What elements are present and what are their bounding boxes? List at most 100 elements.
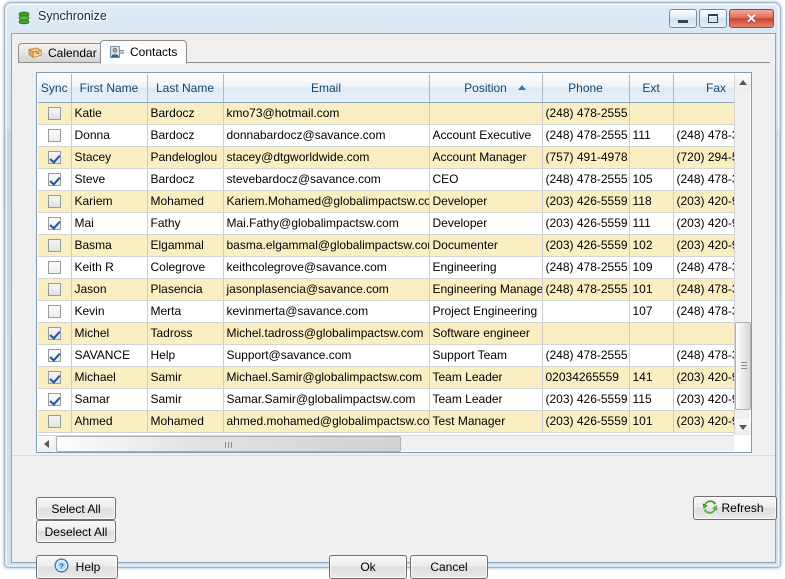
cell-text: (248) 478-2555 (545, 282, 628, 296)
sync-checkbox[interactable] (47, 370, 61, 384)
row-sync-cell[interactable] (38, 190, 72, 213)
scroll-down-button[interactable] (735, 419, 751, 435)
refresh-button[interactable]: Refresh (693, 496, 777, 520)
minimize-button[interactable] (669, 9, 697, 28)
help-button[interactable]: ? Help (36, 555, 118, 579)
sync-checkbox[interactable] (47, 348, 61, 362)
table-row[interactable]: Katie Bardocz kmo73@hotmail.com (248) 478-2… (38, 102, 750, 125)
row-sync-cell[interactable] (38, 410, 72, 433)
cell-last: Samir (147, 366, 224, 389)
cell-ext (629, 102, 674, 125)
table-row[interactable]: Basma Elgammal basma.elgammal@globalimpact… (38, 234, 750, 257)
grid-horizontal-scrollbar[interactable] (38, 435, 734, 452)
cell-text: Michael (74, 370, 116, 384)
column-header-phone[interactable]: Phone (542, 74, 630, 103)
cancel-button[interactable]: Cancel (410, 555, 488, 579)
sync-checkbox[interactable] (47, 260, 61, 274)
column-header-email[interactable]: Email (223, 74, 430, 103)
table-row[interactable]: Steve Bardocz stevebardocz@savance.com CEO (… (38, 168, 750, 191)
sync-checkbox[interactable] (47, 194, 61, 208)
cell-text: Plasencia (150, 282, 203, 296)
cell-pos: Team Leader (429, 366, 543, 389)
cell-email: kmo73@hotmail.com (223, 102, 430, 125)
row-sync-cell[interactable] (38, 102, 72, 125)
select-all-button[interactable]: Select All (36, 497, 116, 520)
sync-checkbox[interactable] (47, 106, 61, 120)
row-sync-cell[interactable] (38, 388, 72, 411)
column-header-first[interactable]: First Name (71, 74, 148, 103)
table-row[interactable]: Michael Samir Michael.Samir@globalimpactsw… (38, 366, 750, 389)
cell-text: Bardocz (150, 172, 195, 186)
row-sync-cell[interactable] (38, 212, 72, 235)
sync-checkbox[interactable] (47, 304, 61, 318)
maximize-button[interactable] (699, 9, 727, 28)
column-header-ext[interactable]: Ext (629, 74, 674, 103)
sync-checkbox[interactable] (47, 392, 61, 406)
row-sync-cell[interactable] (38, 366, 72, 389)
sync-checkbox[interactable] (47, 216, 61, 230)
column-header-sync[interactable]: Sync (38, 74, 72, 103)
cell-text: Basma (74, 238, 112, 252)
title-bar[interactable]: Synchronize ✕ (5, 3, 780, 33)
vertical-scroll-thumb[interactable] (735, 322, 751, 410)
close-button[interactable]: ✕ (729, 9, 774, 28)
cell-last: Fathy (147, 212, 224, 235)
sync-checkbox[interactable] (47, 326, 61, 340)
row-sync-cell[interactable] (38, 278, 72, 301)
sync-checkbox[interactable] (47, 128, 61, 142)
table-row[interactable]: Jason Plasencia jasonplasencia@savance.com… (38, 278, 750, 301)
table-row[interactable]: Donna Bardocz donnabardocz@savance.com Acco… (38, 124, 750, 147)
sync-checkbox[interactable] (47, 414, 61, 428)
cell-text: (203) 426-5559 (545, 194, 628, 208)
table-row[interactable]: Ahmed Mohamed ahmed.mohamed@globalimpactsw… (38, 410, 750, 433)
deselect-all-button[interactable]: Deselect All (36, 520, 116, 543)
grid-vertical-scrollbar[interactable] (734, 74, 751, 435)
table-row[interactable]: SAVANCE Help Support@savance.com Support Te… (38, 344, 750, 367)
cell-text: 111 (632, 128, 651, 142)
tab-calendar[interactable]: Calendar (18, 43, 107, 63)
contacts-table: Sync First Name Last Name Email Position Phon… (38, 74, 750, 433)
cell-phone: (248) 478-2555 (542, 344, 630, 367)
row-sync-cell[interactable] (38, 124, 72, 147)
sync-checkbox[interactable] (47, 282, 61, 296)
table-row[interactable]: Michel Tadross Michel.tadross@globalimpact… (38, 322, 750, 345)
cell-first: Jason (71, 278, 148, 301)
sync-checkbox[interactable] (47, 172, 61, 186)
table-row[interactable]: Kevin Merta kevinmerta@savance.com Project … (38, 300, 750, 323)
cell-phone: (248) 478-2555 (542, 256, 630, 279)
cell-last: Tadross (147, 322, 224, 345)
cell-text: Help (150, 348, 176, 362)
row-sync-cell[interactable] (38, 234, 72, 257)
column-header-pos[interactable]: Position (429, 74, 543, 103)
scroll-left-button[interactable] (38, 436, 54, 452)
column-header-last[interactable]: Last Name (147, 74, 224, 103)
cell-text: Documenter (432, 238, 498, 252)
column-header-label: Phone (568, 80, 603, 95)
table-row[interactable]: Mai Fathy Mai.Fathy@globalimpactsw.com Deve… (38, 212, 750, 235)
row-sync-cell[interactable] (38, 146, 72, 169)
row-sync-cell[interactable] (38, 256, 72, 279)
cell-text: Support@savance.com (226, 348, 352, 362)
table-row[interactable]: Keith R Colegrove keithcolegrove@savance.c… (38, 256, 750, 279)
contacts-grid-panel: Sync First Name Last Name Email Position Phon… (36, 72, 752, 453)
cell-text: Software engineer (432, 326, 530, 340)
row-sync-cell[interactable] (38, 300, 72, 323)
horizontal-scroll-thumb[interactable] (56, 436, 401, 452)
tab-contacts[interactable]: Contacts (100, 40, 188, 64)
cell-ext (629, 322, 674, 345)
row-sync-cell[interactable] (38, 322, 72, 345)
cell-text: Developer (432, 194, 488, 208)
table-row[interactable]: Kariem Mohamed Kariem.Mohamed@globalimpact… (38, 190, 750, 213)
table-row[interactable]: Samar Samir Samar.Samir@globalimpactsw.com… (38, 388, 750, 411)
cell-first: Katie (71, 102, 148, 125)
cell-text: Ahmed (74, 414, 113, 428)
row-sync-cell[interactable] (38, 344, 72, 367)
sync-checkbox[interactable] (47, 238, 61, 252)
table-row[interactable]: Stacey Pandeloglou stacey@dtgworldwide.com… (38, 146, 750, 169)
cell-phone: (757) 491-4978 (542, 146, 630, 169)
sync-checkbox[interactable] (47, 150, 61, 164)
svg-text:?: ? (59, 561, 64, 570)
ok-button[interactable]: Ok (329, 555, 407, 579)
row-sync-cell[interactable] (38, 168, 72, 191)
scroll-up-button[interactable] (735, 74, 751, 90)
